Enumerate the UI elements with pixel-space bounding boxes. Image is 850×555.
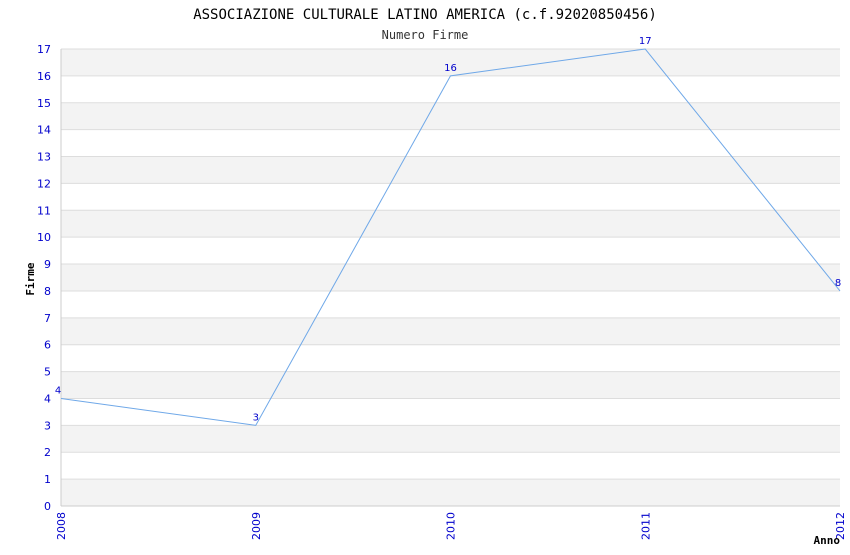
chart-subtitle: Numero Firme <box>382 28 469 42</box>
data-label: 8 <box>835 278 841 289</box>
grid-bands <box>61 49 840 506</box>
y-tick-label: 2 <box>44 446 51 459</box>
grid-band <box>61 102 840 130</box>
y-tick-label: 11 <box>37 204 51 217</box>
y-tick-label: 12 <box>37 177 51 190</box>
y-tick-label: 7 <box>44 312 51 325</box>
data-label: 4 <box>55 385 61 396</box>
grid-band <box>61 156 840 184</box>
y-tick-label: 8 <box>44 285 51 298</box>
y-axis-title: Firme <box>24 262 37 295</box>
y-tick-label: 14 <box>37 124 51 137</box>
x-axis-title: Anno <box>814 534 841 547</box>
grid-band <box>61 479 840 506</box>
line-chart: 01234567891011121314151617 2008 2009 2010 2… <box>24 7 847 547</box>
y-tick-label: 10 <box>37 231 51 244</box>
grid-band <box>61 210 840 238</box>
grid-band <box>61 371 840 399</box>
y-tick-label: 15 <box>37 97 51 110</box>
y-tick-label: 13 <box>37 151 51 164</box>
grid-band <box>61 264 840 291</box>
chart-container: 0 1 2 3 4 5 6 7 8 9 10 11 12 13 14 15 16 17 2008 2009 2010 2… <box>0 0 850 550</box>
y-tick-label: 3 <box>44 419 51 432</box>
chart-title: ASSOCIAZIONE CULTURALE LATINO AMERICA (c… <box>193 7 657 23</box>
y-tick-label: 17 <box>37 43 51 56</box>
y-tick-label: 9 <box>44 258 51 271</box>
y-tick-label: 1 <box>44 473 51 486</box>
x-tick-label: 2009 <box>250 512 263 540</box>
y-tick-label: 5 <box>44 366 51 379</box>
x-tick-label: 2011 <box>639 512 652 540</box>
grid-band <box>61 425 840 453</box>
x-tick-labels: 2008 2009 2010 2011 2012 <box>55 512 847 540</box>
data-label: 16 <box>444 63 457 74</box>
y-tick-label: 16 <box>37 70 51 83</box>
x-tick-label: 2008 <box>55 512 68 540</box>
y-tick-label: 0 <box>44 500 51 513</box>
grid-band <box>61 317 840 345</box>
data-label: 3 <box>253 412 259 423</box>
y-tick-label: 6 <box>44 339 51 352</box>
y-tick-label: 4 <box>44 392 51 405</box>
data-label: 17 <box>639 36 652 47</box>
y-tick-labels: 01234567891011121314151617 <box>37 43 51 513</box>
x-tick-label: 2010 <box>445 512 458 540</box>
